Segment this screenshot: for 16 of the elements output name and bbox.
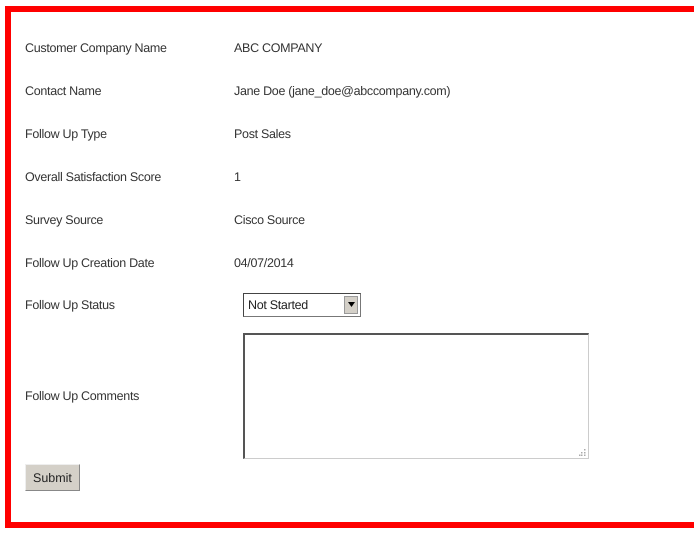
field-value: 04/07/2014 [234,256,294,270]
field-value: Cisco Source [234,212,305,226]
field-label: Customer Company Name [25,40,167,54]
field-value: 1 [234,170,241,184]
field-label: Survey Source [25,212,104,226]
field-value: Jane Doe (jane_doe@abccompany.com) [234,84,450,98]
field-label: Follow Up Status [25,298,115,312]
field-value: ABC COMPANY [234,40,322,54]
submit-button[interactable]: Submit [25,464,80,491]
field-label: Follow Up Creation Date [25,256,154,270]
status-dropdown[interactable]: Not Started [243,292,361,316]
field-label: Contact Name [25,84,102,98]
field-value: Post Sales [234,126,291,140]
field-label: Follow Up Comments [25,388,140,402]
field-label: Overall Satisfaction Score [25,170,162,184]
field-label: Follow Up Type [25,126,107,140]
